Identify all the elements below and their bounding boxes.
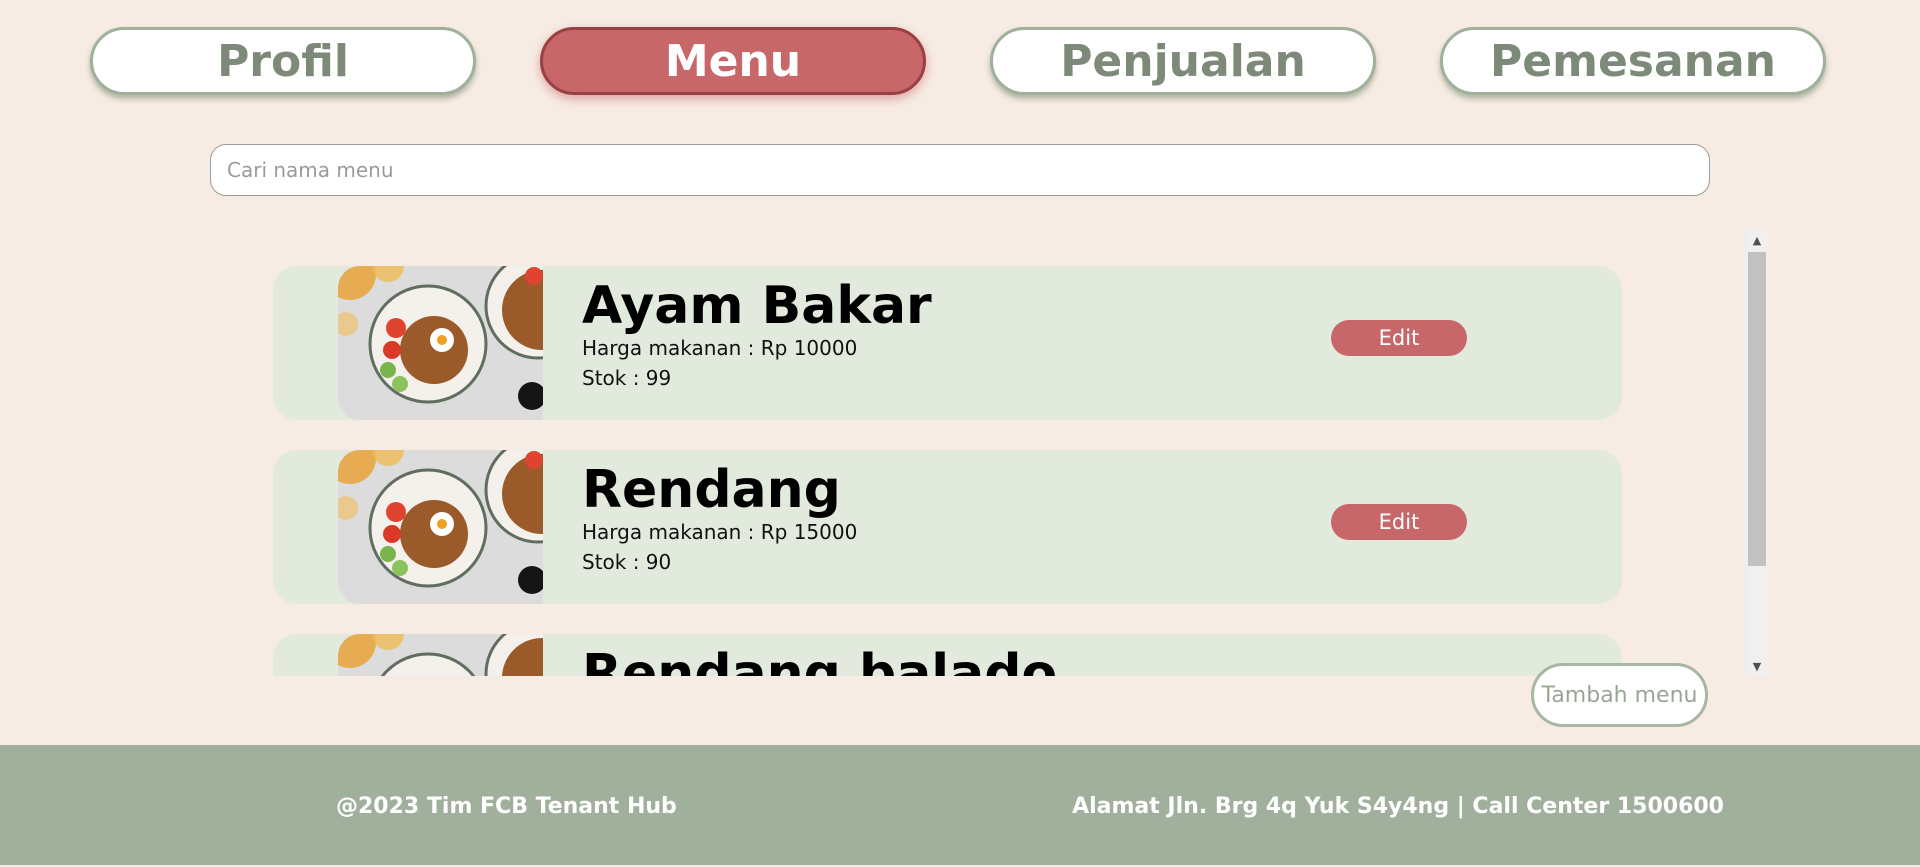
footer-contact: Alamat Jln. Brg 4q Yuk S4y4ng | Call Cen… bbox=[1072, 794, 1724, 819]
scrollbar-thumb[interactable] bbox=[1748, 252, 1766, 566]
top-nav: Profil Menu Penjualan Pemesanan bbox=[0, 27, 1920, 99]
menu-item-name: Rendang bbox=[582, 460, 841, 520]
menu-item-stock: Stok : 99 bbox=[582, 366, 672, 390]
scroll-up-arrow-icon[interactable]: ▲ bbox=[1746, 230, 1768, 250]
add-menu-button[interactable]: Tambah menu bbox=[1531, 663, 1708, 727]
menu-item-price: Harga makanan : Rp 15000 bbox=[582, 520, 858, 544]
scroll-down-arrow-icon[interactable]: ▼ bbox=[1746, 656, 1768, 676]
menu-list[interactable]: Ayam Bakar Harga makanan : Rp 10000 Stok… bbox=[200, 230, 1748, 676]
food-image bbox=[338, 266, 543, 420]
search-input[interactable] bbox=[210, 144, 1710, 196]
footer-copyright: @2023 Tim FCB Tenant Hub bbox=[336, 794, 677, 819]
tab-menu[interactable]: Menu bbox=[540, 27, 926, 95]
footer: @2023 Tim FCB Tenant Hub Alamat Jln. Brg… bbox=[0, 745, 1920, 865]
tab-profil[interactable]: Profil bbox=[90, 27, 476, 95]
menu-item-stock: Stok : 90 bbox=[582, 550, 672, 574]
edit-button[interactable]: Edit bbox=[1331, 504, 1467, 540]
menu-card: Ayam Bakar Harga makanan : Rp 10000 Stok… bbox=[273, 266, 1622, 420]
tab-penjualan[interactable]: Penjualan bbox=[990, 27, 1376, 95]
menu-item-name: Rendang balado bbox=[582, 644, 1058, 676]
menu-item-name: Ayam Bakar bbox=[582, 276, 932, 336]
menu-card: Rendang balado bbox=[273, 634, 1622, 676]
tab-pemesanan[interactable]: Pemesanan bbox=[1440, 27, 1826, 95]
edit-button[interactable]: Edit bbox=[1331, 320, 1467, 356]
scrollbar[interactable]: ▲ ▼ bbox=[1746, 230, 1768, 676]
menu-item-price: Harga makanan : Rp 10000 bbox=[582, 336, 858, 360]
food-image bbox=[338, 634, 543, 676]
menu-card: Rendang Harga makanan : Rp 15000 Stok : … bbox=[273, 450, 1622, 604]
food-image bbox=[338, 450, 543, 604]
